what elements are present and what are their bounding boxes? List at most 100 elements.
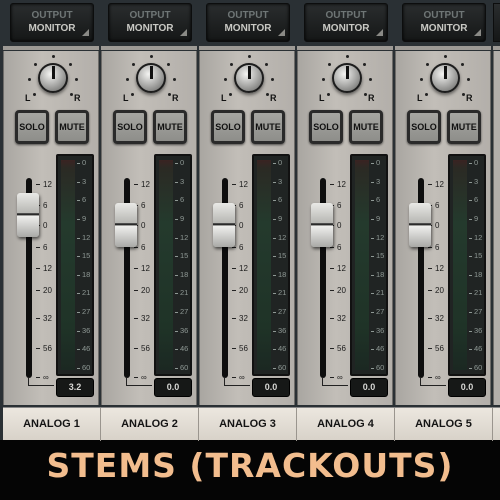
channel-name[interactable]: ANALOG 3 — [199, 408, 297, 441]
solo-button[interactable]: SOLO — [211, 110, 245, 144]
pan-knob[interactable] — [234, 63, 264, 93]
fader-scale-label: 0 — [134, 221, 154, 230]
mute-button[interactable]: MUTE — [447, 110, 481, 144]
partial-output-selector — [493, 3, 500, 42]
divider — [297, 46, 393, 50]
meter-scale-label: 21 — [175, 288, 190, 297]
meter-scale-label: 60 — [469, 363, 484, 372]
meter-scale-label: 18 — [371, 270, 386, 279]
pan-dot — [69, 63, 72, 66]
pan-dot — [52, 55, 55, 58]
fader-scale-label: 6 — [428, 201, 448, 210]
solo-button[interactable]: SOLO — [309, 110, 343, 144]
channel-strip: OUTPUT MONITOR L R SOLO MUTE 12 6 0 6 12 20 32 56 ∞ 0 3 6… — [101, 0, 197, 405]
meter-scale-label: 15 — [273, 251, 288, 260]
fader-handle[interactable] — [17, 193, 39, 237]
mixer: OUTPUT MONITOR L R SOLO MUTE 12 6 0 6 12 20 32 56 ∞ 0 3 6… — [0, 0, 500, 440]
pan-dot — [461, 63, 464, 66]
meter-scale-label: 9 — [469, 214, 484, 223]
channel-name[interactable]: ANALOG 1 — [3, 408, 101, 441]
meter-scale-label: 46 — [77, 344, 92, 353]
channel-name[interactable]: ANALOG 2 — [101, 408, 199, 441]
pan-dot — [132, 63, 135, 66]
channel-strip: OUTPUT MONITOR L R SOLO MUTE 12 6 0 6 12 20 32 56 ∞ 0 3 6… — [199, 0, 295, 405]
pan-left-label: L — [319, 93, 325, 103]
fader-handle[interactable] — [213, 203, 235, 247]
channel-strip: OUTPUT MONITOR L R SOLO MUTE 12 6 0 6 12 20 32 56 ∞ 0 3 6… — [3, 0, 99, 405]
mute-button[interactable]: MUTE — [251, 110, 285, 144]
output-selector[interactable]: OUTPUT MONITOR — [10, 3, 94, 42]
meter-scale-label: 9 — [371, 214, 386, 223]
pan-right-label: R — [270, 93, 277, 103]
output-selector[interactable]: OUTPUT MONITOR — [206, 3, 290, 42]
meter-scale-label: 9 — [273, 214, 288, 223]
pan-dot — [28, 78, 31, 81]
fader-handle[interactable] — [311, 203, 333, 247]
channel-panel: L R SOLO MUTE 12 6 0 6 12 20 32 56 ∞ 0 3 6 9 12 15 18 21 27 36… — [395, 51, 491, 405]
fader-handle[interactable] — [115, 203, 137, 247]
pan-dot — [131, 93, 134, 96]
level-meter: 0 3 6 9 12 15 18 21 27 36 46 60 — [350, 154, 388, 376]
pan-dot — [364, 93, 367, 96]
pan-dot — [420, 78, 423, 81]
output-value: MONITOR — [126, 23, 174, 34]
mute-button[interactable]: MUTE — [55, 110, 89, 144]
fader-scale-label: 12 — [134, 180, 154, 189]
output-label: OUTPUT — [129, 10, 171, 21]
pan-right-label: R — [368, 93, 375, 103]
pan-dot — [168, 93, 171, 96]
pan-dot — [230, 63, 233, 66]
fader-scale-label: 6 — [134, 243, 154, 252]
pan-knob[interactable] — [430, 63, 460, 93]
pan-dot — [70, 93, 73, 96]
output-selector[interactable]: OUTPUT MONITOR — [304, 3, 388, 42]
channel-panel: L R SOLO MUTE 12 6 0 6 12 20 32 56 ∞ 0 3 6 9 12 15 18 21 27 36… — [101, 51, 197, 405]
meter-scale-label: 36 — [175, 326, 190, 335]
channel-name[interactable]: ANALOG 5 — [395, 408, 493, 441]
channel-name[interactable]: ANALOG 4 — [297, 408, 395, 441]
solo-button[interactable]: SOLO — [15, 110, 49, 144]
meter-scale-label: 3 — [77, 177, 92, 186]
meter-scale-label: 9 — [77, 214, 92, 223]
output-selector[interactable]: OUTPUT MONITOR — [108, 3, 192, 42]
divider — [395, 46, 491, 50]
solo-button[interactable]: SOLO — [113, 110, 147, 144]
output-selector[interactable]: OUTPUT MONITOR — [402, 3, 486, 42]
level-meter: 0 3 6 9 12 15 18 21 27 36 46 60 — [56, 154, 94, 376]
channel-panel: L R SOLO MUTE 12 6 0 6 12 20 32 56 ∞ 0 3 6 9 12 15 18 21 27 36… — [3, 51, 99, 405]
mute-button[interactable]: MUTE — [349, 110, 383, 144]
pan-knob[interactable] — [332, 63, 362, 93]
pan-dot — [126, 78, 129, 81]
pan-dot — [444, 55, 447, 58]
fader-handle[interactable] — [409, 203, 431, 247]
output-label: OUTPUT — [423, 10, 465, 21]
fader-scale-label: 20 — [428, 286, 448, 295]
meter-scale-label: 18 — [175, 270, 190, 279]
pan-knob[interactable] — [38, 63, 68, 93]
pan-dot — [173, 78, 176, 81]
fader-scale-label: 12 — [330, 264, 350, 273]
mute-button[interactable]: MUTE — [153, 110, 187, 144]
fader-scale-label: 32 — [36, 314, 56, 323]
fader-scale-label: 6 — [330, 201, 350, 210]
meter-scale-label: 60 — [77, 363, 92, 372]
fader-scale-label: 56 — [134, 344, 154, 353]
fader-scale-label: 0 — [428, 221, 448, 230]
output-value: MONITOR — [28, 23, 76, 34]
fader-scale-label: 12 — [134, 264, 154, 273]
meter-scale-label: 6 — [77, 195, 92, 204]
meter-scale-label: 0 — [273, 158, 288, 167]
meter-scale-label: 21 — [77, 288, 92, 297]
solo-button[interactable]: SOLO — [407, 110, 441, 144]
pan-dot — [33, 93, 36, 96]
meter-scale-label: 9 — [175, 214, 190, 223]
fader-scale-label: 0 — [232, 221, 252, 230]
meter-bar — [61, 160, 75, 370]
meter-scale-label: 18 — [469, 270, 484, 279]
fader-scale-label: 20 — [232, 286, 252, 295]
pan-dot — [467, 78, 470, 81]
pan-dot — [462, 93, 465, 96]
meter-scale-label: 3 — [371, 177, 386, 186]
pan-dot — [167, 63, 170, 66]
pan-knob[interactable] — [136, 63, 166, 93]
